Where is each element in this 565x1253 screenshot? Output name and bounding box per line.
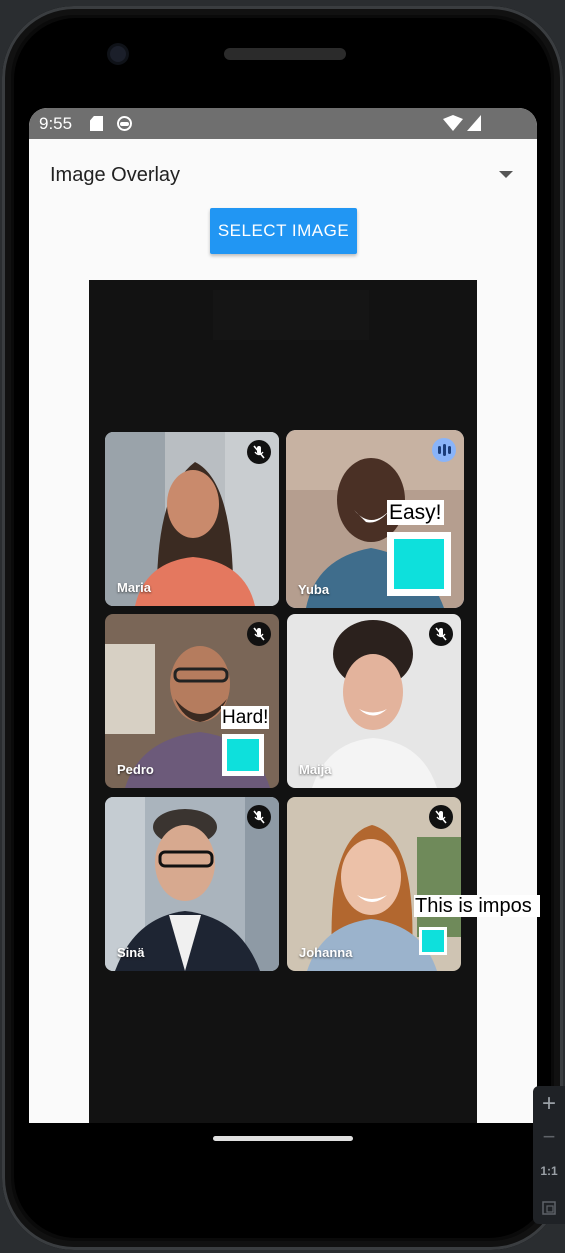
participant-tile[interactable]: Maija [287, 614, 461, 788]
fit-screen-icon[interactable] [533, 1196, 565, 1221]
overlay-text: This is impos [414, 895, 540, 917]
emulator-zoom-panel: + − 1:1 [533, 1086, 565, 1224]
sd-card-icon [90, 116, 103, 131]
mic-muted-icon [429, 622, 453, 646]
mic-muted-icon [429, 805, 453, 829]
mic-muted-icon [247, 440, 271, 464]
qr-code-overlay [387, 532, 451, 596]
mic-muted-icon [247, 622, 271, 646]
overlay-text: Easy! [387, 500, 444, 525]
qr-code-overlay [419, 927, 447, 955]
participant-name: Maria [117, 580, 151, 595]
participant-name: Sinä [117, 945, 145, 960]
gesture-nav-bar[interactable] [213, 1136, 353, 1141]
status-bar: 9:55 [29, 108, 537, 139]
earpiece-speaker [224, 48, 346, 60]
dropdown-arrow-icon [499, 171, 513, 178]
qr-code-overlay [222, 734, 264, 776]
mic-muted-icon [247, 805, 271, 829]
wifi-icon [443, 115, 463, 131]
canvas-placeholder [213, 290, 369, 340]
participant-name: Johanna [299, 945, 353, 960]
zoom-out-button[interactable]: − [533, 1124, 565, 1150]
participant-name: Maija [299, 762, 332, 777]
android-icon [117, 116, 132, 131]
effect-dropdown[interactable]: Image Overlay [29, 146, 537, 204]
speaking-indicator-icon [432, 438, 456, 462]
participant-name: Yuba [298, 582, 330, 597]
participant-name: Pedro [117, 762, 154, 777]
overlay-text: Hard! [221, 706, 270, 729]
video-canvas: Maria Yuba Easy! Pedro Hard! Maija Sinä … [89, 280, 477, 1123]
participant-tile[interactable]: Maria [105, 432, 279, 606]
camera-icon [110, 46, 126, 62]
zoom-in-button[interactable]: + [533, 1090, 565, 1118]
participant-tile[interactable]: Sinä [105, 797, 279, 971]
dropdown-selected: Image Overlay [50, 164, 181, 186]
app-screen: 9:55 Image Overlay SELECT IMAGE Maria Yu… [29, 108, 537, 1123]
select-image-button[interactable]: SELECT IMAGE [210, 208, 357, 254]
actual-size-button[interactable]: 1:1 [533, 1164, 565, 1178]
status-time: 9:55 [39, 114, 73, 133]
signal-icon [467, 115, 481, 131]
